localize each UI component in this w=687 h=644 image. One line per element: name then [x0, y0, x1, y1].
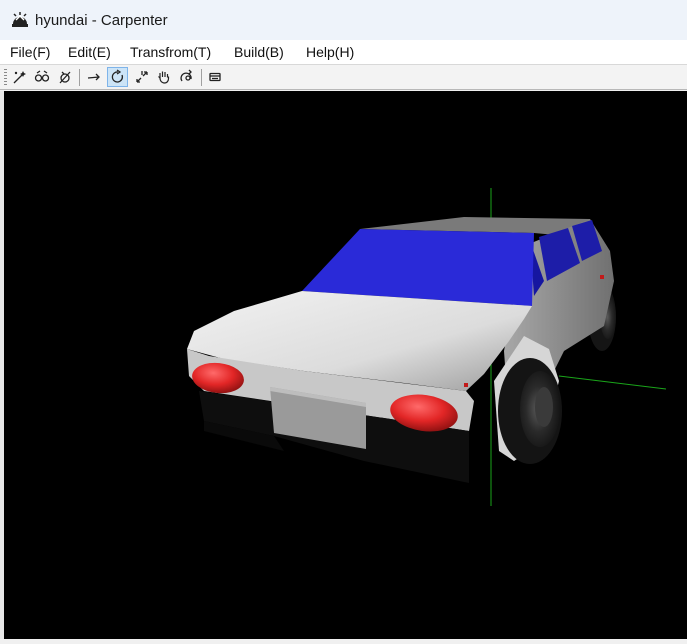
link-objects-button[interactable] [31, 67, 52, 87]
rotate-icon [111, 69, 123, 83]
magic-select-button[interactable] [9, 67, 30, 87]
menu-bar: File(F) Edit(E) Transfrom(T) Build(B) He… [0, 40, 687, 64]
menu-help[interactable]: Help(H) [306, 44, 354, 60]
rotate-button[interactable] [107, 67, 128, 87]
menu-transform[interactable]: Transfrom(T) [130, 44, 211, 60]
unlink-objects-button[interactable] [54, 67, 75, 87]
3d-viewport[interactable] [4, 91, 687, 639]
toolbar [0, 64, 687, 90]
render-window-icon [208, 72, 221, 82]
unlink-objects-icon [59, 71, 70, 84]
title-bar: hyundai - Carpenter [0, 0, 687, 40]
window-title: hyundai - Carpenter [35, 12, 168, 29]
magic-select-icon [13, 71, 26, 84]
toolbar-separator [79, 69, 80, 86]
render-window-button[interactable] [204, 67, 225, 87]
move-arrow-icon [87, 73, 100, 81]
move-button[interactable] [83, 67, 104, 87]
pan-button[interactable] [153, 67, 174, 87]
toolbar-separator [201, 69, 202, 86]
car-model-render [187, 188, 667, 506]
menu-file[interactable]: File(F) [10, 44, 50, 60]
link-objects-icon [34, 70, 49, 82]
toolbar-grip[interactable] [4, 69, 7, 86]
axis-x [558, 375, 667, 390]
orbit-view-icon [179, 69, 192, 82]
pan-hand-icon [157, 71, 169, 84]
menu-build[interactable]: Build(B) [234, 44, 284, 60]
scale-icon [135, 71, 148, 83]
scale-button[interactable] [131, 67, 152, 87]
menu-edit[interactable]: Edit(E) [68, 44, 111, 60]
orbit-view-button[interactable] [176, 67, 197, 87]
carpenter-app-icon [12, 12, 28, 27]
